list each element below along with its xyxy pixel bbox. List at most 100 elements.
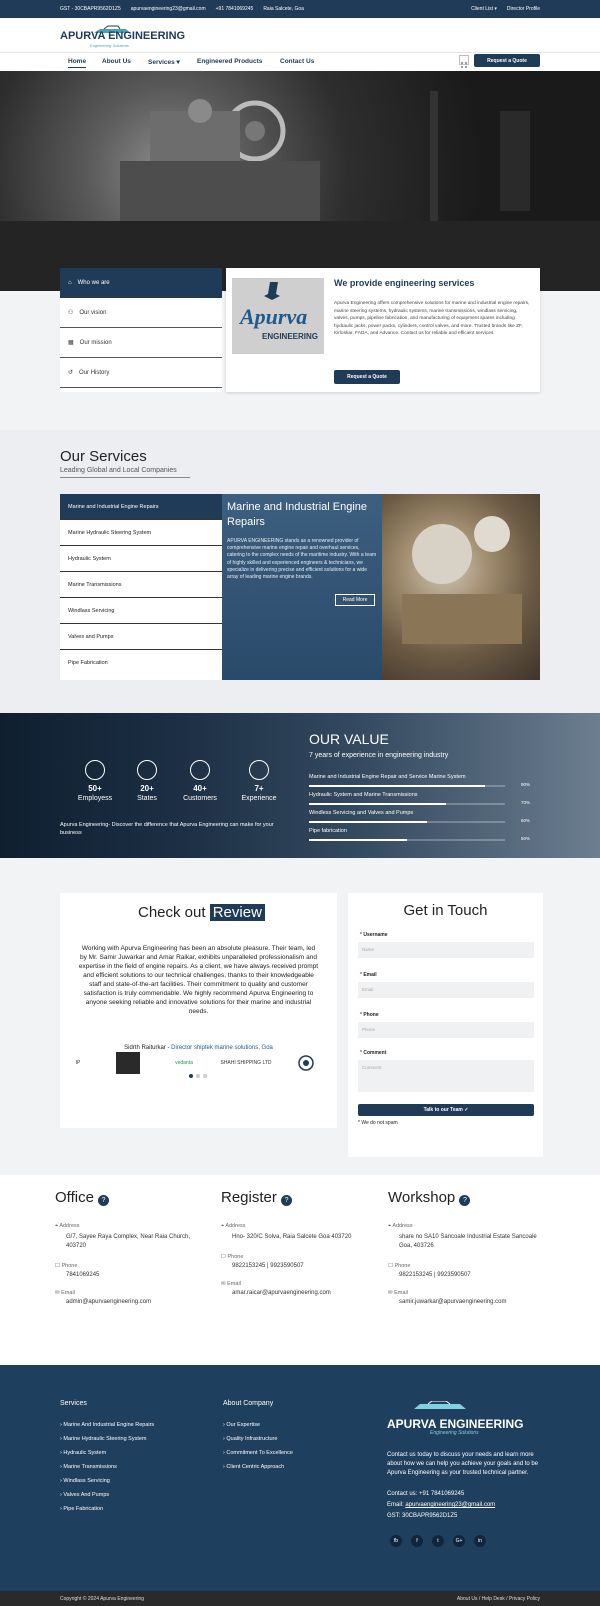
service-item[interactable]: Marine Transmissions: [60, 572, 222, 598]
legal-links[interactable]: About Us / Help Desk / Privacy Policy: [457, 1596, 540, 1602]
service-item[interactable]: Pipe Fabrication: [60, 650, 222, 676]
no-spam-note: * We do not spam: [358, 1120, 398, 1126]
intro-quote-button[interactable]: Request a Quote: [334, 370, 400, 384]
skill-bar: Hydraulic System and Marine Transmission…: [309, 792, 531, 805]
footer-about-list: › Our Expertise › Quality Infrastructure…: [223, 1422, 363, 1478]
register-title: Register ?: [221, 1189, 293, 1206]
copyright-text: Copyright © 2024 Apurva Engineering: [60, 1596, 145, 1602]
talk-to-team-button[interactable]: Talk to our Team ✓: [358, 1104, 534, 1116]
user-icon: ⚇: [68, 310, 74, 316]
client-logo-vedanta: vedanta: [175, 1060, 193, 1066]
facebook-icon[interactable]: f: [411, 1535, 423, 1547]
email-icon: ✉ Email: [55, 1290, 75, 1296]
footer-link[interactable]: › Marine Hydraulic Steering System: [60, 1436, 210, 1450]
phone-icon: ☐ Phone: [55, 1263, 78, 1269]
footer-link[interactable]: › Commitment To Excellence: [223, 1450, 363, 1464]
skill-bar: Marine and Industrial Engine Repair and …: [309, 774, 531, 787]
office-title: Office ?: [55, 1189, 110, 1206]
client-logo-badge: [116, 1052, 140, 1074]
topbar-location: Raia Salcete, Goa: [263, 6, 304, 12]
review-body: Working with Apurva Engineering has been…: [78, 945, 319, 1015]
footer-link[interactable]: › Pipe Fabrication: [60, 1506, 210, 1520]
nav-engineered-products[interactable]: Engineered Products: [197, 58, 262, 65]
comment-label: * Comment: [360, 1050, 387, 1056]
services-list: Marine and Industrial Engine Repairs Mar…: [60, 494, 222, 680]
request-quote-button[interactable]: Request a Quote: [474, 54, 540, 67]
address-icon: ⌖ Address: [55, 1223, 80, 1229]
phone-icon: ☐ Phone: [221, 1254, 244, 1260]
tab-our-history[interactable]: ↺ Our History: [60, 358, 222, 388]
topbar-email[interactable]: apurvaengineering23@gmail.com: [131, 6, 206, 12]
nav-services[interactable]: Services ▾: [148, 58, 180, 66]
copyright-bar: Copyright © 2024 Apurva Engineering Abou…: [0, 1591, 600, 1606]
phone-label: * Phone: [360, 1012, 379, 1018]
comment-textarea[interactable]: Comment: [358, 1060, 534, 1092]
email-label: * Email: [360, 972, 377, 978]
username-label: * Username: [360, 932, 388, 938]
team-icon: [85, 760, 105, 780]
stat-customers: 40+ Customers: [178, 760, 222, 802]
grid-menu-icon[interactable]: [459, 55, 469, 68]
footer-services-title: Services: [60, 1400, 87, 1407]
service-item[interactable]: Hydraulic System: [60, 546, 222, 572]
director-profile-link[interactable]: Director Profile: [507, 6, 540, 12]
tab-who-we-are[interactable]: ⌂ Who we are: [60, 268, 222, 298]
footer-link[interactable]: › Marine And Industrial Engine Repairs: [60, 1422, 210, 1436]
register-info: ⌖ Address Hno- 320/C Solva, Raia Salcete…: [221, 1223, 371, 1296]
skill-bar-fill: [309, 839, 407, 841]
footer-link[interactable]: › Client Centric Approach: [223, 1464, 363, 1478]
footer-link[interactable]: › Hydraulic System: [60, 1450, 210, 1464]
footer-link[interactable]: › Windlass Servicing: [60, 1478, 210, 1492]
footer-brand-tag: Engineering Solutions: [430, 1430, 479, 1436]
skill-bar-fill: [309, 803, 447, 805]
office-info: ⌖ Address G/7, Sayee Raya Complex, Near …: [55, 1223, 205, 1305]
workshop-title: Workshop ?: [388, 1189, 471, 1206]
footer-link[interactable]: › Quality Infrastructure: [223, 1436, 363, 1450]
footer-contact-email[interactable]: Email: apurvaengineering23@gmail.com: [387, 1502, 495, 1508]
value-title: OUR VALUE: [309, 731, 389, 747]
review-carousel-dots[interactable]: [189, 1074, 207, 1078]
phone-icon: ☐ Phone: [388, 1263, 411, 1269]
brand-name[interactable]: APURVA ENGINEERING: [60, 30, 185, 42]
brand-tagline: Engineering Solutions: [90, 43, 129, 48]
email-input[interactable]: Email: [358, 982, 534, 998]
email-icon: ✉ Email: [221, 1281, 241, 1287]
workshop-info: ⌖ Address share no SA10 Sancoale Industr…: [388, 1223, 548, 1305]
twitter-icon[interactable]: t: [432, 1535, 444, 1547]
footer-link[interactable]: › Our Expertise: [223, 1422, 363, 1436]
home-icon: ⌂: [68, 280, 72, 286]
read-more-button[interactable]: Read More: [335, 594, 375, 606]
client-list-link[interactable]: Client List ▾: [471, 6, 497, 12]
tab-our-mission[interactable]: ▦ Our mission: [60, 328, 222, 358]
linkedin-icon[interactable]: in: [474, 1535, 486, 1547]
service-item[interactable]: Marine and Industrial Engine Repairs: [60, 494, 222, 520]
service-item[interactable]: Marine Hydraulic Steering System: [60, 520, 222, 546]
nav-contact[interactable]: Contact Us: [280, 58, 314, 65]
stat-experience: 7+ Experience: [237, 760, 281, 802]
footer-gst: GST: 30CBAPR9562D1Z5: [387, 1513, 458, 1519]
service-item[interactable]: Windlass Servicing: [60, 598, 222, 624]
footer-link[interactable]: › Valves And Pumps: [60, 1492, 210, 1506]
footer-contact-phone[interactable]: Contact us: +91 7841069245: [387, 1491, 464, 1497]
trophy-icon: [249, 760, 269, 780]
about-tabs: ⌂ Who we are ⚇ Our vision ▦ Our mission ↺ Ou…: [60, 268, 222, 392]
skill-bar: Windless Servicing and Valves and Pumps …: [309, 810, 531, 823]
google-plus-icon[interactable]: G+: [453, 1535, 465, 1547]
topbar-phone[interactable]: +91 7841069245: [216, 6, 254, 12]
skill-bar-fill: [309, 785, 486, 787]
phone-input[interactable]: Phone: [358, 1022, 534, 1038]
services-subtitle: Leading Global and Local Companies: [60, 467, 177, 474]
engine-photo: [382, 494, 540, 680]
footer-link[interactable]: › Marine Transmissions: [60, 1464, 210, 1478]
nav-home[interactable]: Home: [68, 58, 87, 68]
help-icon: ?: [281, 1195, 293, 1206]
username-input[interactable]: Name: [358, 942, 534, 958]
service-item[interactable]: Valves and Pumps: [60, 624, 222, 650]
stat-employees: 50+ Employess: [73, 760, 117, 802]
social-icon-1[interactable]: fb: [390, 1535, 402, 1547]
footer-brand-name: APURVA ENGINEERING: [387, 1417, 524, 1431]
tab-our-vision[interactable]: ⚇ Our vision: [60, 298, 222, 328]
nav-about[interactable]: About Us: [102, 58, 131, 65]
email-icon: ✉ Email: [388, 1290, 408, 1296]
intro-title: We provide engineering services: [334, 278, 475, 288]
